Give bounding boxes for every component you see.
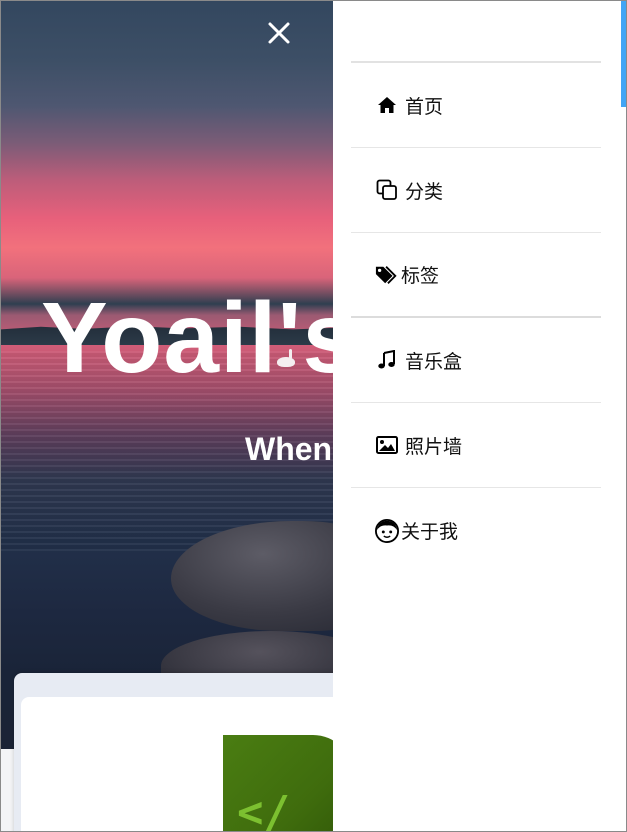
music-note-icon <box>375 348 399 372</box>
menu-item-label: 标签 <box>401 265 440 287</box>
menu-item-label: 首页 <box>405 95 444 118</box>
image-icon <box>375 433 399 457</box>
copy-icon <box>375 178 399 202</box>
face-icon <box>375 518 399 543</box>
menu-item-categories[interactable]: 分类 <box>351 148 601 233</box>
menu-item-label: 分类 <box>405 180 444 203</box>
menu-item-label: 关于我 <box>401 521 459 543</box>
drawer-menu: 首页 分类 标签 音乐盒 照片墙 关于我 <box>351 63 601 573</box>
app-frame: Yoail's When </ 首页 分类 标签 音乐盒 照片墙 关于我 <box>0 0 627 832</box>
menu-item-photo-wall[interactable]: 照片墙 <box>351 403 601 488</box>
hero-subtitle: When <box>245 431 333 467</box>
menu-item-music-box[interactable]: 音乐盒 <box>351 318 601 403</box>
menu-item-label: 音乐盒 <box>405 350 463 373</box>
hero-title: Yoail's <box>41 282 333 394</box>
menu-item-about-me[interactable]: 关于我 <box>351 488 601 573</box>
tags-icon <box>375 263 399 287</box>
close-icon <box>268 22 290 44</box>
drawer-scrollbar[interactable] <box>621 1 626 107</box>
hero-banner: Yoail's When <box>1 1 333 749</box>
menu-item-tags[interactable]: 标签 <box>351 233 601 318</box>
close-menu-button[interactable] <box>263 17 295 49</box>
menu-item-home[interactable]: 首页 <box>351 63 601 148</box>
side-drawer: 首页 分类 标签 音乐盒 照片墙 关于我 <box>333 1 626 831</box>
menu-item-label: 照片墙 <box>405 435 463 458</box>
home-icon <box>375 93 399 117</box>
code-icon: </ <box>237 787 290 832</box>
